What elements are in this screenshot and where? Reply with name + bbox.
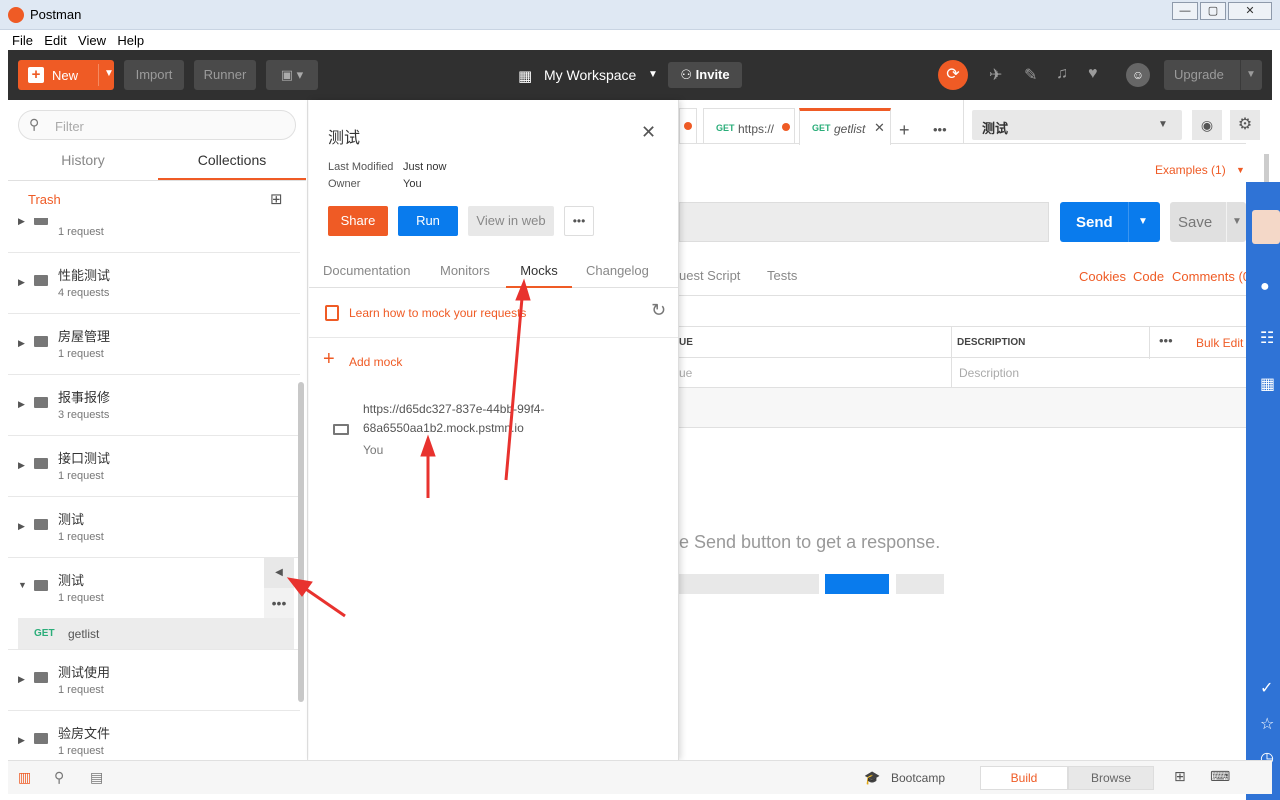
annotation-arrow-head bbox=[515, 278, 531, 301]
annotation-arrow-line bbox=[504, 297, 524, 481]
annotation-arrow-head bbox=[420, 434, 436, 457]
annotation-arrows bbox=[286, 278, 531, 618]
annotation-arrow-head bbox=[286, 577, 313, 597]
